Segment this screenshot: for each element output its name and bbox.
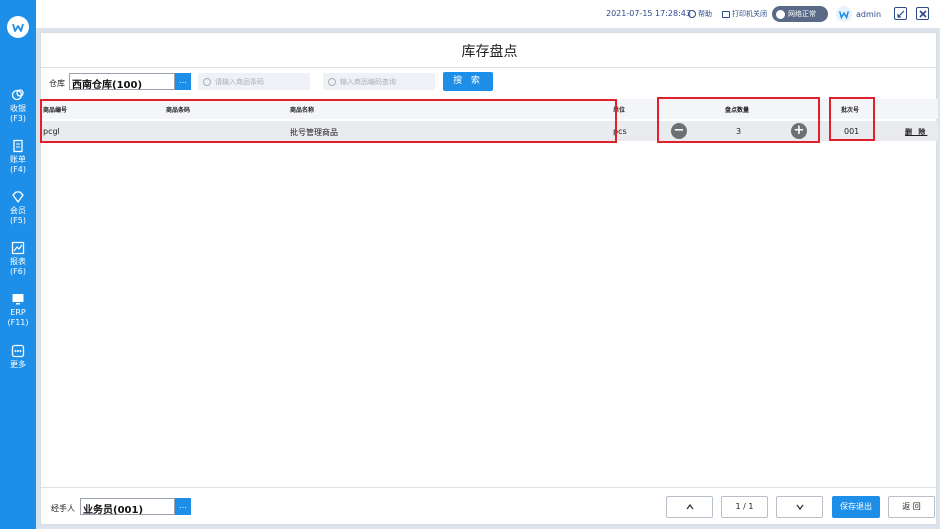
page-down-button[interactable]: [776, 496, 823, 518]
member-icon: [11, 190, 25, 204]
chevron-up-icon: [685, 503, 694, 510]
operator-field[interactable]: 业务员(001): [80, 498, 175, 516]
cashier-icon: [11, 88, 25, 102]
sidebar-item-label: 收银: [10, 104, 26, 113]
help-label: 帮助: [698, 10, 712, 18]
close-icon: [918, 9, 927, 18]
bill-icon: [11, 139, 25, 153]
erp-icon: [11, 292, 25, 306]
sidebar-item-shortcut: (F6): [10, 267, 26, 276]
sidebar-item-cashier[interactable]: 收银 (F3): [0, 88, 36, 124]
more-icon: [11, 344, 25, 358]
search-button[interactable]: 搜 索: [443, 72, 493, 91]
top-bar: 2021-07-15 17:28:43 帮助 打印机关闭 网络正常 admin: [36, 0, 940, 28]
sidebar-item-shortcut: (F11): [7, 318, 29, 327]
barcode-placeholder: 请输入商品条码: [215, 77, 264, 86]
divider: [41, 487, 938, 488]
user-menu[interactable]: admin: [836, 6, 881, 22]
sidebar-item-label: 更多: [10, 360, 26, 369]
printer-status[interactable]: 打印机关闭: [722, 9, 767, 19]
minimize-button[interactable]: [894, 7, 907, 20]
page-indicator: 1 / 1: [721, 496, 768, 518]
username: admin: [856, 9, 882, 19]
sidebar: 收银 (F3) 账单 (F4) 会员 (F5) 报表 (F6) ERP (F11…: [0, 0, 36, 529]
sidebar-item-erp[interactable]: ERP (F11): [0, 292, 36, 328]
operator-picker-button[interactable]: ...: [175, 498, 191, 515]
help-link[interactable]: 帮助: [688, 9, 712, 19]
save-exit-button[interactable]: 保存退出: [832, 496, 880, 518]
sidebar-item-shortcut: (F4): [10, 165, 26, 174]
report-icon: [11, 241, 25, 255]
sidebar-item-label: 账单: [10, 155, 26, 164]
sidebar-item-report[interactable]: 报表 (F6): [0, 241, 36, 277]
brand-logo-icon: [7, 16, 29, 38]
highlight-box-qty: [657, 97, 820, 143]
page-title: 库存盘点: [461, 44, 518, 60]
barcode-search-input[interactable]: 请输入商品条码: [198, 73, 310, 90]
sidebar-item-label: 报表: [10, 257, 26, 266]
back-button[interactable]: 返 回: [888, 496, 935, 518]
filter-bar: 仓库 西南仓库(100) ... 请输入商品条码 输入商品编码查询 搜 索: [41, 68, 938, 98]
chevron-down-icon: [795, 504, 804, 511]
operator-label: 经手人: [51, 504, 75, 513]
datetime-display: 2021-07-15 17:28:43: [606, 9, 691, 18]
printer-label: 打印机关闭: [732, 10, 767, 18]
network-status-badge: 网络正常: [772, 6, 828, 22]
warehouse-picker-button[interactable]: ...: [175, 73, 191, 90]
sidebar-item-more[interactable]: 更多: [0, 344, 36, 370]
network-icon: [776, 9, 785, 19]
sidebar-item-shortcut: (F3): [10, 114, 26, 123]
sidebar-item-bill[interactable]: 账单 (F4): [0, 139, 36, 175]
sidebar-item-label: 会员: [10, 206, 26, 215]
radio-icon: [203, 77, 211, 86]
warehouse-field[interactable]: 西南仓库(100): [69, 73, 175, 91]
avatar: [836, 6, 852, 22]
sidebar-item-label: ERP: [10, 308, 26, 317]
close-button[interactable]: [916, 7, 929, 20]
shrink-icon: [896, 10, 904, 18]
network-label: 网络正常: [788, 10, 816, 18]
product-code-search-input[interactable]: 输入商品编码查询: [323, 73, 435, 90]
stocktake-panel: 库存盘点 仓库 西南仓库(100) ... 请输入商品条码 输入商品编码查询 搜…: [40, 32, 938, 525]
help-icon: [688, 10, 696, 18]
printer-icon: [722, 10, 730, 18]
sidebar-item-member[interactable]: 会员 (F5): [0, 190, 36, 226]
radio-icon: [328, 77, 336, 86]
delete-row-button[interactable]: 删 除: [905, 127, 927, 137]
highlight-box-product: [40, 99, 617, 143]
highlight-box-batch: [829, 97, 875, 141]
sidebar-item-shortcut: (F5): [10, 216, 26, 225]
warehouse-label: 仓库: [49, 79, 65, 88]
product-code-placeholder: 输入商品编码查询: [340, 77, 396, 86]
page-up-button[interactable]: [666, 496, 713, 518]
